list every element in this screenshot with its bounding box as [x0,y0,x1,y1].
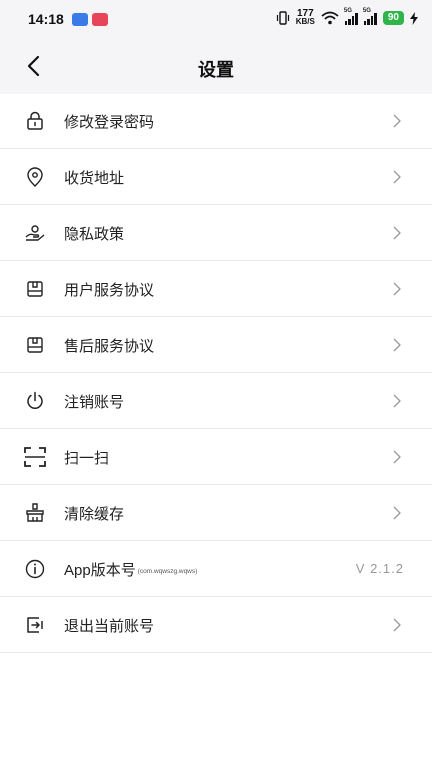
settings-item-label: 用户服务协议 [64,282,155,299]
logout-icon [27,617,43,633]
settings-item-app-version: App版本号 (com.wqwszg.wqws) V 2.1.2 [0,541,432,597]
scan-icon [24,447,46,467]
charging-icon [410,11,418,25]
settings-item-label: 修改登录密码 [64,114,155,131]
chevron-right-icon [393,282,401,296]
power-icon [27,391,43,409]
network-speed: 177 KB/S [295,8,315,26]
chevron-right-icon [393,450,401,464]
info-icon [25,559,45,579]
app-version-label: App版本号 [64,562,136,579]
settings-list: 修改登录密码 收货地址 隐私政策 用户服务协议 售后服务协议 注销账号 扫一扫 … [0,93,432,653]
signal-icon: 5G [344,8,358,25]
nav-bar: 设置 [0,40,432,94]
chevron-right-icon [393,338,401,352]
settings-item-label: 售后服务协议 [64,338,155,355]
settings-item-logout[interactable]: 退出当前账号 [0,597,432,653]
settings-item-label: App版本号 (com.wqwszg.wqws) [64,559,197,580]
notification-app-icon [92,13,108,26]
agreement-icon [27,337,43,353]
battery-indicator: 90 [382,11,404,25]
lock-icon [27,111,43,130]
settings-item-privacy-policy[interactable]: 隐私政策 [0,205,432,261]
chevron-right-icon [393,618,401,632]
settings-item-scan[interactable]: 扫一扫 [0,429,432,485]
settings-item-label: 注销账号 [64,394,125,411]
chevron-right-icon [393,394,401,408]
chevron-right-icon [393,114,401,128]
settings-item-user-agreement[interactable]: 用户服务协议 [0,261,432,317]
settings-item-label: 清除缓存 [64,506,125,523]
app-version-value: V 2.1.2 [355,561,404,576]
broom-icon [26,503,44,522]
wifi-icon [321,11,339,25]
settings-item-label: 隐私政策 [64,226,125,243]
settings-item-label: 退出当前账号 [64,618,155,635]
status-indicators: 177 KB/S 5G 5G 90 [276,8,418,26]
status-bar: 14:18 177 KB/S 5G 5G 90 [0,0,432,40]
chevron-right-icon [393,170,401,184]
chevron-right-icon [393,226,401,240]
agreement-icon [27,281,43,297]
app-package-name: (com.wqwszg.wqws) [137,567,198,575]
signal-icon: 5G [363,8,377,25]
settings-item-delete-account[interactable]: 注销账号 [0,373,432,429]
settings-item-label: 扫一扫 [64,450,110,467]
location-icon [27,167,43,187]
settings-item-address[interactable]: 收货地址 [0,149,432,205]
settings-item-change-password[interactable]: 修改登录密码 [0,93,432,149]
privacy-hand-icon [25,225,45,241]
settings-item-clear-cache[interactable]: 清除缓存 [0,485,432,541]
settings-item-label: 收货地址 [64,170,125,187]
status-time: 14:18 [28,11,64,27]
chevron-right-icon [393,506,401,520]
notification-app-icon [72,13,88,26]
page-title: 设置 [198,60,234,80]
vibrate-icon [276,11,289,25]
settings-item-aftersales-agreement[interactable]: 售后服务协议 [0,317,432,373]
